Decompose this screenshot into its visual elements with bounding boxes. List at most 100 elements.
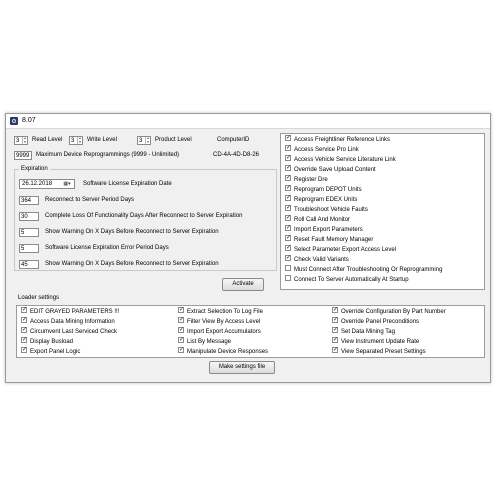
list-item[interactable]: View Instrument Update Rate xyxy=(332,337,419,346)
list-item[interactable]: Select Parameter Export Access Level xyxy=(285,245,396,254)
checkbox[interactable] xyxy=(285,255,291,262)
list-item-label: List By Message xyxy=(187,339,232,345)
checkbox[interactable] xyxy=(285,245,291,252)
list-item[interactable]: Reprogram DEPOT Units xyxy=(285,185,362,194)
expiration-group: Expiration 26.12.2018 ▦▾ Software Licens… xyxy=(14,166,277,271)
checkbox[interactable] xyxy=(332,317,338,324)
license-error-period-label: Software License Expiration Error Period… xyxy=(45,245,169,251)
loss-functionality-input[interactable]: 30 xyxy=(19,212,39,221)
product-level-spinner[interactable]: 3 ▲ ▼ xyxy=(137,136,151,145)
list-item-label: Must Connect After Troubleshooting Or Re… xyxy=(294,267,443,273)
read-level-value: 3 xyxy=(16,138,20,144)
product-level-value: 3 xyxy=(139,138,143,144)
list-item[interactable]: Access Freightliner Reference Links xyxy=(285,135,390,144)
loader-settings-list: EDIT GRAYED PARAMETERS !!! Access Data M… xyxy=(16,305,485,358)
list-item[interactable]: Access Data Mining Information xyxy=(21,317,115,326)
list-item[interactable]: Extract Selection To Log File xyxy=(178,307,263,316)
checkbox[interactable] xyxy=(178,307,184,314)
checkbox[interactable] xyxy=(285,195,291,202)
max-reprogrammings-input[interactable]: 9999 xyxy=(14,151,32,160)
checkbox[interactable] xyxy=(285,135,291,142)
list-item[interactable]: List By Message xyxy=(178,337,232,346)
list-item[interactable]: Access Service Pro Link xyxy=(285,145,359,154)
license-error-period-input[interactable]: 5 xyxy=(19,244,39,253)
reconnect-period-input[interactable]: 364 xyxy=(19,196,39,205)
max-reprogrammings-label: Maximum Device Reprogrammings (9999 - Un… xyxy=(36,152,180,158)
list-item-label: Register Dre xyxy=(294,177,328,183)
list-item[interactable]: Roll Call And Monitor xyxy=(285,215,350,224)
list-item-label: Connect To Server Automatically At Start… xyxy=(294,277,409,283)
checkbox[interactable] xyxy=(21,327,27,334)
checkbox[interactable] xyxy=(285,165,291,172)
list-item[interactable]: Manipulate Device Responses xyxy=(178,347,269,356)
warning-reconnect-label: Show Warning On X Days Before Reconnect … xyxy=(45,229,219,235)
checkbox[interactable] xyxy=(332,327,338,334)
write-level-spinner[interactable]: 3 ▲ ▼ xyxy=(69,136,83,145)
checkbox[interactable] xyxy=(285,235,291,242)
checkbox[interactable] xyxy=(285,145,291,152)
read-level-spinner[interactable]: 3 ▲ ▼ xyxy=(14,136,28,145)
loss-functionality-value: 30 xyxy=(21,214,28,220)
list-item-label: Check Valid Variants xyxy=(294,257,349,263)
list-item[interactable]: Import Export Parameters xyxy=(285,225,363,234)
list-item[interactable]: Register Dre xyxy=(285,175,328,184)
checkbox[interactable] xyxy=(285,275,291,282)
checkbox[interactable] xyxy=(178,317,184,324)
checkbox[interactable] xyxy=(332,307,338,314)
checkbox[interactable] xyxy=(21,317,27,324)
checkbox[interactable] xyxy=(285,205,291,212)
checkbox[interactable] xyxy=(285,215,291,222)
warning-days-input[interactable]: 45 xyxy=(19,260,39,269)
expiration-date-picker[interactable]: 26.12.2018 ▦▾ xyxy=(19,179,75,189)
checkbox[interactable] xyxy=(285,155,291,162)
list-item[interactable]: Connect To Server Automatically At Start… xyxy=(285,275,409,284)
write-level-value: 3 xyxy=(71,138,75,144)
checkbox[interactable] xyxy=(21,307,27,314)
checkbox[interactable] xyxy=(21,337,27,344)
spinner-arrows-icon[interactable]: ▲ ▼ xyxy=(22,136,27,144)
list-item[interactable]: Must Connect After Troubleshooting Or Re… xyxy=(285,265,443,274)
list-item[interactable]: Export Panel Logic xyxy=(21,347,81,356)
list-item[interactable]: Check Valid Variants xyxy=(285,255,349,264)
product-level-label: Product Level xyxy=(155,137,192,143)
list-item[interactable]: View Separated Preset Settings xyxy=(332,347,426,356)
checkbox[interactable] xyxy=(285,185,291,192)
checkbox[interactable] xyxy=(178,337,184,344)
checkbox[interactable] xyxy=(285,265,291,272)
max-reprogrammings-value: 9999 xyxy=(16,153,30,159)
list-item[interactable]: Override Save Upload Content xyxy=(285,165,376,174)
list-item-label: Access Data Mining Information xyxy=(30,319,115,325)
list-item[interactable]: Access Vehicle Service Literature Link xyxy=(285,155,396,164)
checkbox[interactable] xyxy=(332,337,338,344)
list-item[interactable]: Reprogram EDEX Units xyxy=(285,195,357,204)
checkbox[interactable] xyxy=(178,327,184,334)
checkbox[interactable] xyxy=(285,175,291,182)
warning-reconnect-input[interactable]: 5 xyxy=(19,228,39,237)
spinner-arrows-icon[interactable]: ▲ ▼ xyxy=(77,136,82,144)
permissions-list: Access Freightliner Reference Links Acce… xyxy=(280,133,485,290)
list-item-label: Extract Selection To Log File xyxy=(187,309,263,315)
make-settings-button[interactable]: Make settings file xyxy=(209,361,275,374)
checkbox[interactable] xyxy=(21,347,27,354)
spinner-arrows-icon[interactable]: ▲ ▼ xyxy=(145,136,150,144)
list-item[interactable]: Override Configuration By Part Number xyxy=(332,307,446,316)
list-item[interactable]: EDIT GRAYED PARAMETERS !!! xyxy=(21,307,119,316)
list-item[interactable]: Reset Fault Memory Manager xyxy=(285,235,374,244)
list-item[interactable]: Circumvent Last Serviced Check xyxy=(21,327,117,336)
list-item[interactable]: Filter View By Access Level xyxy=(178,317,260,326)
list-item[interactable]: Display Busload xyxy=(21,337,73,346)
list-item[interactable]: Set Data Mining Tag xyxy=(332,327,395,336)
reconnect-period-label: Reconnect to Server Period Days xyxy=(45,197,135,203)
list-item[interactable]: Override Panel Preconditions xyxy=(332,317,419,326)
write-level-label: Write Level xyxy=(87,137,117,143)
activate-button[interactable]: Activate xyxy=(222,278,264,291)
list-item[interactable]: Import Export Accumulators xyxy=(178,327,261,336)
checkbox[interactable] xyxy=(285,225,291,232)
checkbox[interactable] xyxy=(332,347,338,354)
list-item-label: Export Panel Logic xyxy=(30,349,81,355)
list-item[interactable]: Troubleshoot Vehicle Faults xyxy=(285,205,368,214)
list-item-label: Reset Fault Memory Manager xyxy=(294,237,374,243)
calendar-dropdown-icon[interactable]: ▦▾ xyxy=(61,181,73,187)
checkbox[interactable] xyxy=(178,347,184,354)
list-item-label: Manipulate Device Responses xyxy=(187,349,269,355)
